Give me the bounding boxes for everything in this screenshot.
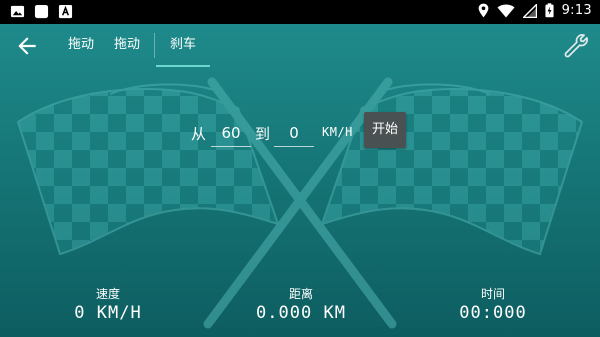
- wifi-icon: [497, 4, 515, 17]
- speed-unit: KM/H: [322, 125, 353, 139]
- start-button[interactable]: 开始: [364, 112, 406, 148]
- active-tab-indicator: [156, 65, 210, 67]
- battery-charging-icon: [545, 3, 554, 18]
- app-a-icon: [58, 4, 73, 19]
- to-label: 到: [255, 125, 271, 143]
- speed-caption: 速度: [95, 287, 120, 301]
- wrench-icon[interactable]: [563, 33, 589, 59]
- from-speed-input[interactable]: 60: [211, 120, 251, 147]
- location-icon: [478, 3, 488, 18]
- speed-stat: 速度 0 KM/H: [38, 287, 178, 323]
- time-caption: 时间: [480, 287, 505, 301]
- signal-icon: [522, 3, 537, 18]
- status-bar-left: [10, 4, 73, 19]
- tab-drag-2[interactable]: 拖动: [108, 24, 146, 66]
- speed-value: 0 KM/H: [74, 303, 142, 323]
- clock: 9:13: [561, 3, 592, 18]
- distance-stat: 距离 0.000 KM: [231, 287, 371, 323]
- app-screen: 拖动 拖动 刹车 从 60 到 0 KM/H 开始 速度 0 KM/H 距离 0…: [0, 24, 600, 337]
- distance-value: 0.000 KM: [256, 303, 346, 323]
- distance-caption: 距离: [288, 287, 313, 301]
- status-bar: 9:13: [0, 0, 600, 24]
- back-arrow-icon[interactable]: [14, 33, 40, 59]
- to-speed-input[interactable]: 0: [274, 120, 314, 147]
- tab-divider: [154, 33, 155, 58]
- speed-range-form: 从 60 到 0 KM/H 开始: [0, 112, 600, 148]
- time-value: 00:000: [459, 303, 527, 323]
- toolbar: 拖动 拖动 刹车: [0, 24, 600, 68]
- tab-brake[interactable]: 刹车: [156, 24, 210, 66]
- from-label: 从: [191, 125, 207, 143]
- square-icon: [34, 4, 49, 19]
- time-stat: 时间 00:000: [423, 287, 563, 323]
- status-bar-right: 9:13: [478, 3, 592, 18]
- tab-drag-1[interactable]: 拖动: [62, 24, 100, 66]
- image-icon: [10, 5, 25, 18]
